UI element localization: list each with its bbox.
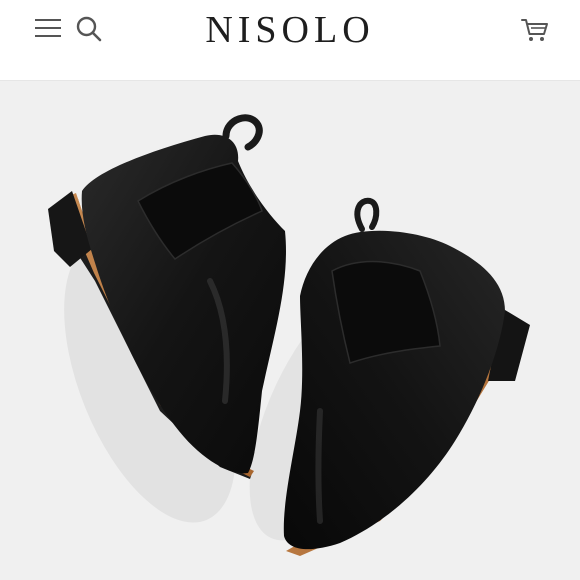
search-icon: [76, 16, 102, 42]
product-hero-image: [0, 81, 580, 580]
menu-button[interactable]: [30, 12, 66, 44]
top-navigation-bar: NISOLO: [0, 0, 580, 80]
cart-button[interactable]: [516, 12, 554, 48]
chelsea-boots-illustration: [48, 114, 530, 556]
shopping-cart-icon: [521, 19, 548, 41]
search-button[interactable]: [72, 12, 106, 46]
hamburger-menu-icon: [35, 19, 61, 37]
brand-logo[interactable]: NISOLO: [190, 8, 390, 52]
right-boot: [283, 197, 530, 556]
